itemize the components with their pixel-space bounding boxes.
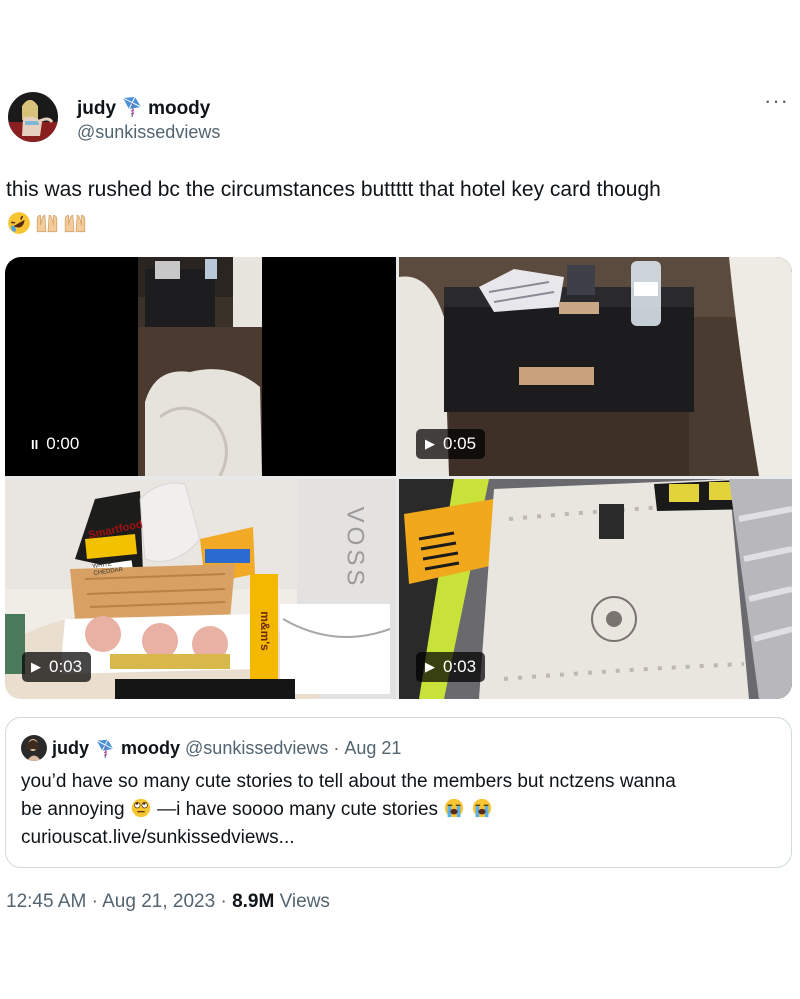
rolling-on-floor-laughing-icon bbox=[8, 212, 30, 234]
face-with-rolling-eyes-icon bbox=[131, 798, 150, 818]
tweet-time[interactable]: 12:45 AM bbox=[6, 891, 86, 912]
video-thumbnail-3[interactable]: Smartfood WHITE CHEDDAR VOSS m&m's ▶ 0:0… bbox=[5, 479, 396, 699]
author-handle[interactable]: @sunkissedviews bbox=[77, 122, 220, 143]
kite-icon bbox=[94, 737, 116, 760]
play-icon[interactable]: ▶ bbox=[425, 659, 435, 675]
quoted-line-2: be annoying —i have soooo many cute stor… bbox=[21, 796, 781, 824]
quoted-tweet[interactable]: judy moody @sunkissedviews · Aug 21 you’… bbox=[5, 717, 792, 868]
more-options-icon[interactable]: ··· bbox=[764, 88, 789, 114]
quoted-author-name-first[interactable]: judy bbox=[52, 738, 89, 759]
footer-separator: · bbox=[91, 891, 98, 912]
quoted-line-2b: —i have soooo many cute stories bbox=[157, 799, 439, 820]
tweet-date[interactable]: Aug 21, 2023 bbox=[102, 891, 215, 912]
video-thumbnail-4[interactable]: ▶ 0:03 bbox=[399, 479, 792, 699]
play-icon[interactable]: ▶ bbox=[31, 659, 41, 675]
quoted-tweet-header: judy moody @sunkissedviews · Aug 21 bbox=[21, 735, 401, 761]
quoted-author-avatar[interactable] bbox=[21, 735, 47, 761]
play-icon[interactable]: ▶ bbox=[425, 436, 435, 452]
author-name-first[interactable]: judy bbox=[77, 98, 116, 120]
tweet-text: this was rushed bc the circumstances but… bbox=[6, 178, 661, 201]
media-grid: II 0:00 ▶ 0:05 Smartfood WHITE CHEDDAR V… bbox=[5, 257, 792, 699]
palms-up-together-icon bbox=[64, 214, 86, 233]
duration-badge: ▶ 0:03 bbox=[22, 652, 92, 682]
voss-label: VOSS bbox=[341, 506, 369, 590]
duration-badge: II 0:00 bbox=[22, 429, 89, 459]
mms-label: m&m's bbox=[257, 611, 272, 651]
author-name-second[interactable]: moody bbox=[148, 98, 210, 120]
video-thumbnail-2[interactable]: ▶ 0:05 bbox=[399, 257, 792, 476]
author-avatar[interactable] bbox=[8, 92, 58, 142]
tweet-header: judy moody @sunkissedviews ··· bbox=[0, 88, 800, 148]
loudly-crying-face-icon bbox=[445, 798, 464, 818]
palms-up-together-icon bbox=[36, 214, 58, 233]
duration-badge: ▶ 0:05 bbox=[416, 429, 486, 459]
views-count: 8.9M bbox=[232, 891, 275, 912]
loudly-crying-face-icon bbox=[472, 798, 491, 818]
video-thumbnail-1[interactable]: II 0:00 bbox=[5, 257, 396, 476]
kite-icon bbox=[120, 94, 144, 124]
tweet-footer: 12:45 AM · Aug 21, 2023 · 8.9M Views bbox=[6, 891, 330, 913]
views-label: Views bbox=[279, 891, 330, 912]
quoted-date[interactable]: Aug 21 bbox=[344, 738, 401, 759]
quoted-line-2a: be annoying bbox=[21, 799, 125, 820]
tweet-emojis bbox=[6, 210, 88, 236]
quoted-line-1: you’d have so many cute stories to tell … bbox=[21, 771, 676, 792]
duration-badge: ▶ 0:03 bbox=[416, 652, 486, 682]
quoted-separator: · bbox=[333, 737, 340, 758]
pause-icon[interactable]: II bbox=[31, 437, 38, 452]
quoted-author-handle[interactable]: @sunkissedviews bbox=[185, 738, 328, 759]
quoted-author-name-second[interactable]: moody bbox=[121, 738, 180, 759]
footer-separator: · bbox=[220, 891, 227, 912]
quoted-link[interactable]: curiouscat.live/sunkissedviews... bbox=[21, 824, 781, 852]
quoted-tweet-text: you’d have so many cute stories to tell … bbox=[21, 768, 781, 852]
